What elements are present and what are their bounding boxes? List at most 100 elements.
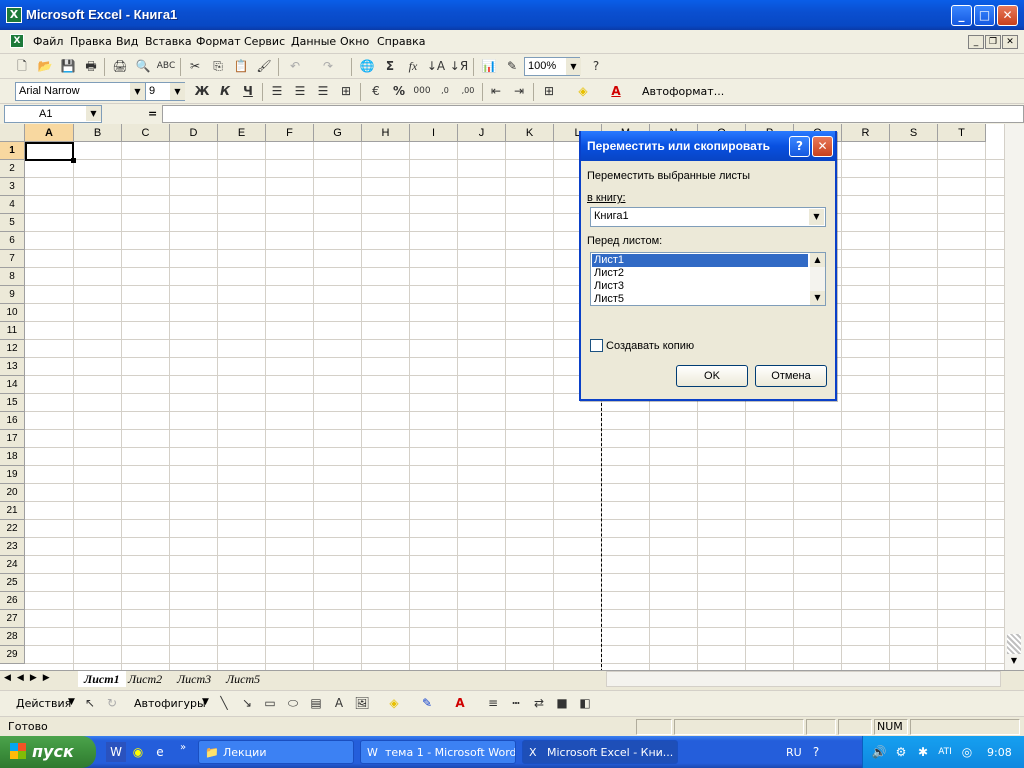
borders-icon[interactable]: ⊞ [539, 81, 559, 101]
menu-data[interactable]: Данные [291, 35, 336, 48]
row-header[interactable]: 21 [0, 502, 25, 520]
list-item[interactable]: Лист1 [592, 254, 808, 267]
decrease-indent-icon[interactable]: ⇤ [486, 81, 506, 101]
select-objects-icon[interactable]: ↖ [80, 693, 100, 713]
row-header[interactable]: 20 [0, 484, 25, 502]
arrow-icon[interactable]: ↘ [237, 693, 257, 713]
column-header[interactable]: I [410, 124, 458, 142]
copy-checkbox[interactable] [590, 339, 603, 352]
fill-color-icon[interactable]: ◈ [384, 693, 404, 713]
underline-button[interactable]: Ч [238, 81, 258, 101]
column-header[interactable]: D [170, 124, 218, 142]
row-header[interactable]: 16 [0, 412, 25, 430]
menu-help[interactable]: Справка [377, 35, 425, 48]
print-icon[interactable]: 🖨 [110, 56, 130, 76]
sort-descending-icon[interactable]: ↓Я [449, 56, 469, 76]
column-header[interactable]: R [842, 124, 890, 142]
chart-wizard-icon[interactable]: 📊 [479, 56, 499, 76]
row-header[interactable]: 15 [0, 394, 25, 412]
ok-button[interactable]: OK [676, 365, 748, 387]
font-name-combo[interactable]: Arial Narrow [15, 82, 145, 101]
ati-icon[interactable]: ATI [935, 742, 955, 762]
taskbar-button-excel[interactable]: X Microsoft Excel - Кни... [522, 740, 678, 764]
cut-icon[interactable]: ✂ [185, 56, 205, 76]
select-all-corner[interactable] [0, 124, 25, 142]
align-center-icon[interactable]: ☰ [290, 81, 310, 101]
tab-sheet3[interactable]: Лист3 [177, 671, 211, 687]
row-header[interactable]: 18 [0, 448, 25, 466]
increase-decimal-icon[interactable]: ,0 [435, 81, 455, 101]
dialog-close-button[interactable]: ✕ [812, 136, 833, 157]
list-item[interactable]: Лист3 [592, 280, 808, 293]
vertical-scrollbar[interactable]: ▼ [1004, 124, 1024, 670]
align-left-icon[interactable]: ☰ [267, 81, 287, 101]
dash-style-icon[interactable]: ┅ [506, 693, 526, 713]
scroll-down-icon[interactable]: ▼ [1007, 656, 1021, 668]
redo-icon[interactable]: ↷ [318, 56, 338, 76]
line-icon[interactable]: ╲ [214, 693, 234, 713]
autoshapes-menu[interactable]: Автофигуры [134, 697, 206, 710]
sheets-listbox[interactable]: Лист1 Лист2 Лист3 Лист5 ▲ ▼ [590, 252, 826, 306]
speaker-icon[interactable]: 🔊 [869, 742, 889, 762]
list-item[interactable]: Лист5 [592, 293, 808, 306]
media-quicklaunch-icon[interactable]: ◉ [128, 742, 148, 762]
taskbar-button-word[interactable]: W тема 1 - Microsoft Word [360, 740, 516, 764]
menu-file[interactable]: Файл [33, 35, 63, 48]
shadow-icon[interactable]: ■ [552, 693, 572, 713]
print-preview-icon[interactable]: 🔍 [133, 56, 153, 76]
new-icon[interactable]: 🗋 [12, 56, 32, 76]
tab-sheet5[interactable]: Лист5 [226, 671, 260, 687]
row-header[interactable]: 9 [0, 286, 25, 304]
fill-handle[interactable] [71, 158, 76, 163]
excel-doc-icon[interactable]: X [10, 34, 24, 48]
chevron-down-icon[interactable]: ▼ [86, 106, 101, 121]
tab-sheet1[interactable]: Лист1 [78, 671, 126, 687]
format-painter-icon[interactable]: 🖌 [254, 56, 274, 76]
formula-equals[interactable]: = [148, 107, 157, 120]
function-icon[interactable]: fx [403, 56, 423, 76]
menu-edit[interactable]: Правка [70, 35, 112, 48]
excel-app-icon[interactable]: X [6, 7, 22, 23]
column-header[interactable]: S [890, 124, 938, 142]
worksheet-grid[interactable]: ABCDEFGHIJKLMNOPQRST 1234567891011121314… [0, 124, 1004, 670]
open-icon[interactable]: 📂 [35, 56, 55, 76]
column-header[interactable]: J [458, 124, 506, 142]
scroll-grip[interactable] [1007, 634, 1021, 654]
row-header[interactable]: 3 [0, 178, 25, 196]
italic-button[interactable]: К [215, 81, 235, 101]
increase-indent-icon[interactable]: ⇥ [509, 81, 529, 101]
column-header[interactable]: B [74, 124, 122, 142]
chevron-right-icon[interactable]: » [180, 742, 186, 753]
maximize-button[interactable]: □ [974, 5, 995, 26]
font-color-icon[interactable]: A [606, 81, 626, 101]
hyperlink-icon[interactable]: 🌐 [357, 56, 377, 76]
undo-icon[interactable]: ↶ [285, 56, 305, 76]
row-header[interactable]: 5 [0, 214, 25, 232]
row-header[interactable]: 1 [0, 142, 25, 160]
font-color-icon[interactable]: A [450, 693, 470, 713]
chevron-down-icon[interactable]: ▼ [202, 697, 209, 707]
row-header[interactable]: 27 [0, 610, 25, 628]
chevron-down-icon[interactable]: ▼ [566, 58, 581, 75]
autosum-icon[interactable]: Σ [380, 56, 400, 76]
tray-icon[interactable]: ◎ [957, 742, 977, 762]
wordart-icon[interactable]: A [329, 693, 349, 713]
close-button[interactable]: ✕ [997, 5, 1018, 26]
save-icon[interactable]: 💾 [58, 56, 78, 76]
help-tray-icon[interactable]: ? [806, 742, 826, 762]
drawing-icon[interactable]: ✎ [502, 56, 522, 76]
tab-scroll-buttons[interactable]: ◀◀▶▶ [4, 673, 74, 686]
line-color-icon[interactable]: ✎ [417, 693, 437, 713]
row-header[interactable]: 12 [0, 340, 25, 358]
help-icon[interactable]: ? [586, 56, 606, 76]
row-header[interactable]: 24 [0, 556, 25, 574]
sort-ascending-icon[interactable]: ↓A [426, 56, 446, 76]
row-header[interactable]: 7 [0, 250, 25, 268]
column-header[interactable]: G [314, 124, 362, 142]
tab-sheet2[interactable]: Лист2 [128, 671, 162, 687]
taskbar-button-lectures[interactable]: 📁 Лекции [198, 740, 354, 764]
menu-tools[interactable]: Сервис [244, 35, 285, 48]
row-header[interactable]: 10 [0, 304, 25, 322]
chevron-down-icon[interactable]: ▼ [130, 83, 145, 100]
word-quicklaunch-icon[interactable]: W [106, 742, 126, 762]
